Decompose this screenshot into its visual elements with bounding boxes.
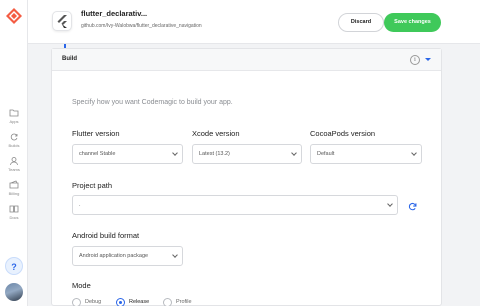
radio-label: Release — [129, 299, 150, 305]
chevron-down-icon — [291, 150, 297, 156]
rail-item-label: Teams — [8, 167, 20, 172]
chevron-down-icon — [411, 150, 417, 156]
wallet-icon — [9, 180, 19, 189]
cocoapods-version-select[interactable]: Default — [310, 144, 422, 164]
avatar[interactable] — [5, 283, 23, 301]
help-button[interactable]: ? — [5, 257, 23, 275]
rail-item-label: Docs — [9, 215, 19, 220]
app-name[interactable]: flutter_declarativ... — [81, 9, 147, 18]
rail-item-label: Billing — [8, 191, 20, 196]
codemagic-logo[interactable] — [6, 8, 22, 24]
chevron-down-icon — [172, 252, 178, 258]
refresh-icon[interactable] — [408, 202, 417, 211]
cocoapods-version-value: Default — [317, 151, 335, 157]
app-header: flutter_declarativ... github.com/Ivy-Wal… — [28, 0, 480, 44]
rail-item-builds[interactable]: Builds — [0, 132, 28, 156]
radio-label: Profile — [176, 299, 192, 305]
save-changes-button[interactable]: Save changes — [384, 13, 441, 32]
rail-item-billing[interactable]: Billing — [0, 180, 28, 204]
cocoapods-version-label: CocoaPods version — [310, 129, 376, 138]
android-build-format-select[interactable]: Android application package — [72, 246, 183, 266]
left-rail: Apps Builds Teams Billing Docs ? — [0, 0, 28, 306]
rail-item-label: Builds — [8, 143, 20, 148]
flutter-icon — [57, 15, 67, 28]
xcode-version-select[interactable]: Latest (13.2) — [192, 144, 302, 164]
intro-text: Specify how you want Codemagic to build … — [72, 99, 233, 106]
rail-item-docs[interactable]: Docs — [0, 204, 28, 228]
xcode-version-label: Xcode version — [192, 129, 240, 138]
refresh-icon — [10, 133, 18, 141]
radio-dot — [116, 298, 125, 306]
flutter-version-value: channel Stable — [79, 151, 116, 157]
repo-url[interactable]: github.com/Ivy-Walobwa/flutter_declarati… — [81, 23, 202, 29]
project-path-value: . — [79, 202, 81, 208]
user-icon — [10, 157, 18, 166]
chevron-down-icon — [387, 201, 393, 207]
flutter-version-select[interactable]: channel Stable — [72, 144, 183, 164]
flutter-version-label: Flutter version — [72, 129, 120, 138]
mode-label: Mode — [72, 281, 91, 290]
radio-label: Debug — [85, 299, 102, 305]
rail-item-teams[interactable]: Teams — [0, 156, 28, 180]
radio-dot — [72, 298, 81, 306]
android-build-format-label: Android build format — [72, 231, 140, 240]
app-icon — [52, 11, 72, 31]
project-path-select[interactable]: . — [72, 195, 398, 215]
discard-button[interactable]: Discard — [338, 13, 384, 32]
xcode-version-value: Latest (13.2) — [199, 151, 230, 157]
folder-icon — [9, 109, 19, 117]
info-icon[interactable]: i — [410, 55, 420, 65]
rail-item-label: Apps — [9, 119, 19, 124]
chevron-down-icon — [172, 150, 178, 156]
build-panel: Build i Specify how you want Codemagic t… — [51, 48, 442, 306]
radio-dot — [163, 298, 172, 306]
project-path-label: Project path — [72, 181, 113, 190]
android-build-format-value: Android application package — [79, 253, 149, 259]
rail-item-apps[interactable]: Apps — [0, 108, 28, 132]
book-icon — [9, 205, 19, 213]
panel-title: Build — [62, 56, 77, 62]
collapse-icon[interactable] — [425, 58, 431, 61]
panel-header[interactable]: Build i — [52, 49, 441, 71]
